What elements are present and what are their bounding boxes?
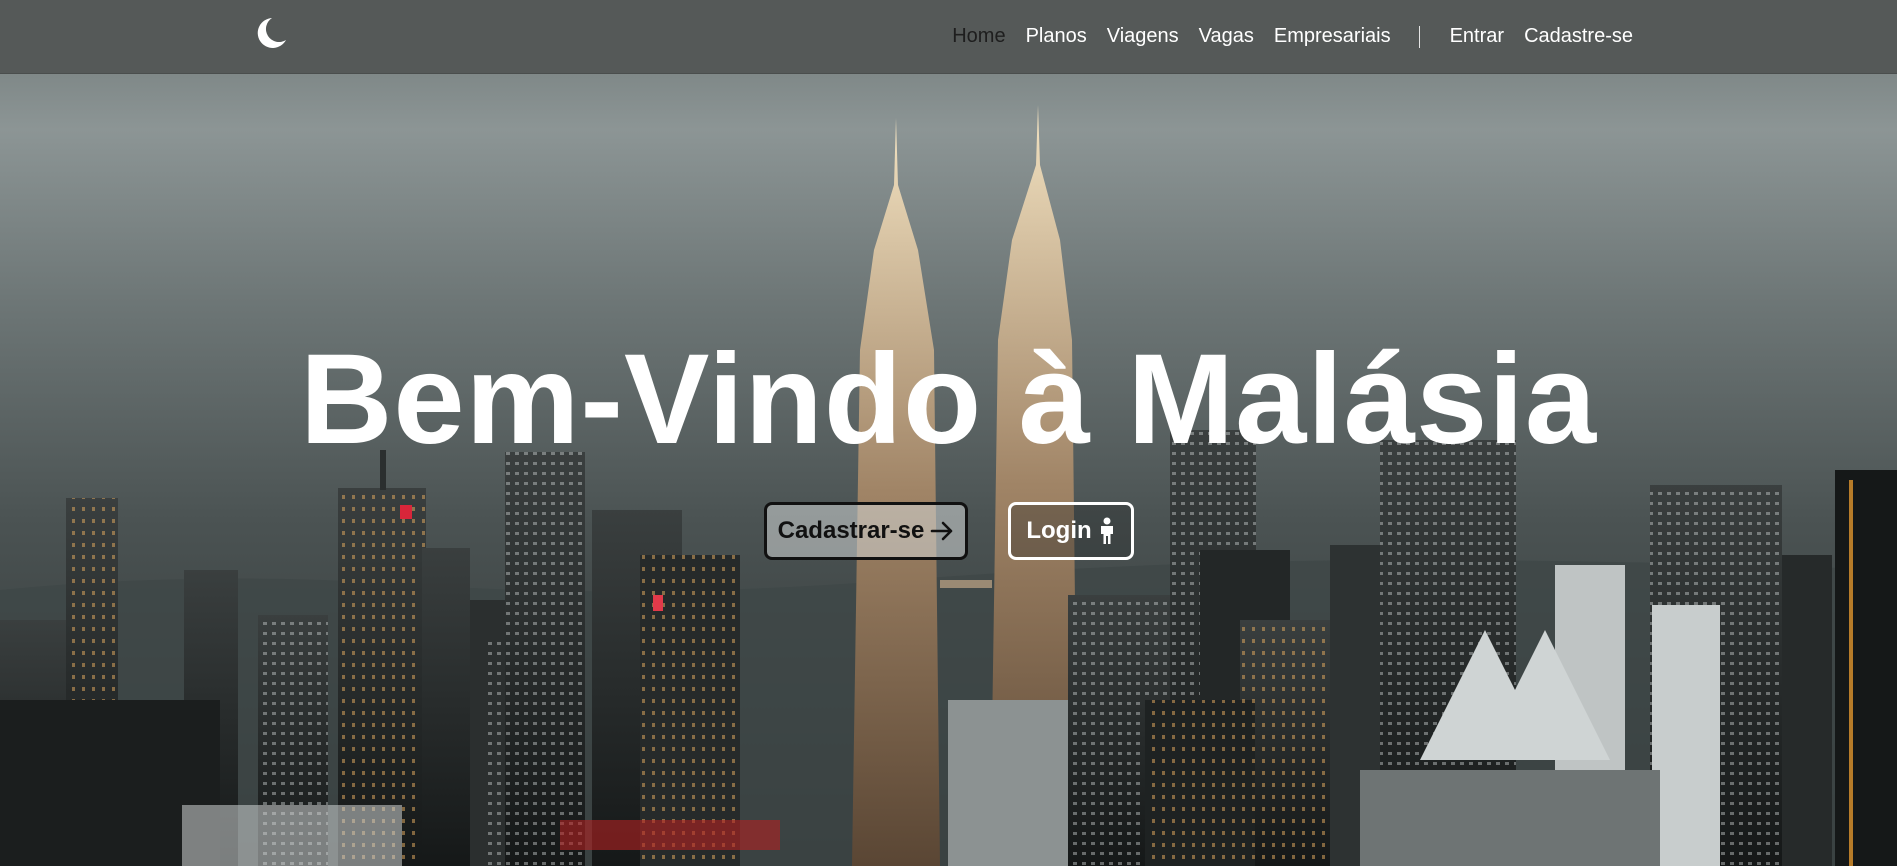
- login-button[interactable]: Login: [1008, 502, 1134, 560]
- nav-divider: [1418, 25, 1420, 48]
- nav-link-entrar[interactable]: Entrar: [1450, 25, 1504, 48]
- person-icon: [1098, 517, 1116, 545]
- signup-button[interactable]: Cadastrar-se: [764, 502, 968, 560]
- nav-link-home[interactable]: Home: [952, 25, 1005, 48]
- nav-link-cadastre-se[interactable]: Cadastre-se: [1524, 25, 1633, 48]
- nav-link-planos[interactable]: Planos: [1026, 25, 1087, 48]
- hero-section: Home Planos Viagens Vagas Empresariais E…: [0, 0, 1897, 866]
- main-nav: Home Planos Viagens Vagas Empresariais E…: [932, 0, 1633, 73]
- login-button-label: Login: [1026, 517, 1092, 544]
- signup-button-label: Cadastrar-se: [777, 517, 925, 544]
- nav-link-vagas[interactable]: Vagas: [1199, 25, 1254, 48]
- top-navbar: Home Planos Viagens Vagas Empresariais E…: [0, 0, 1897, 74]
- nav-link-viagens[interactable]: Viagens: [1107, 25, 1179, 48]
- hero-title: Bem-Vindo à Malásia: [299, 328, 1598, 471]
- arrow-right-icon: [930, 521, 954, 541]
- nav-link-empresariais[interactable]: Empresariais: [1274, 25, 1391, 48]
- crescent-moon-icon[interactable]: [252, 15, 288, 51]
